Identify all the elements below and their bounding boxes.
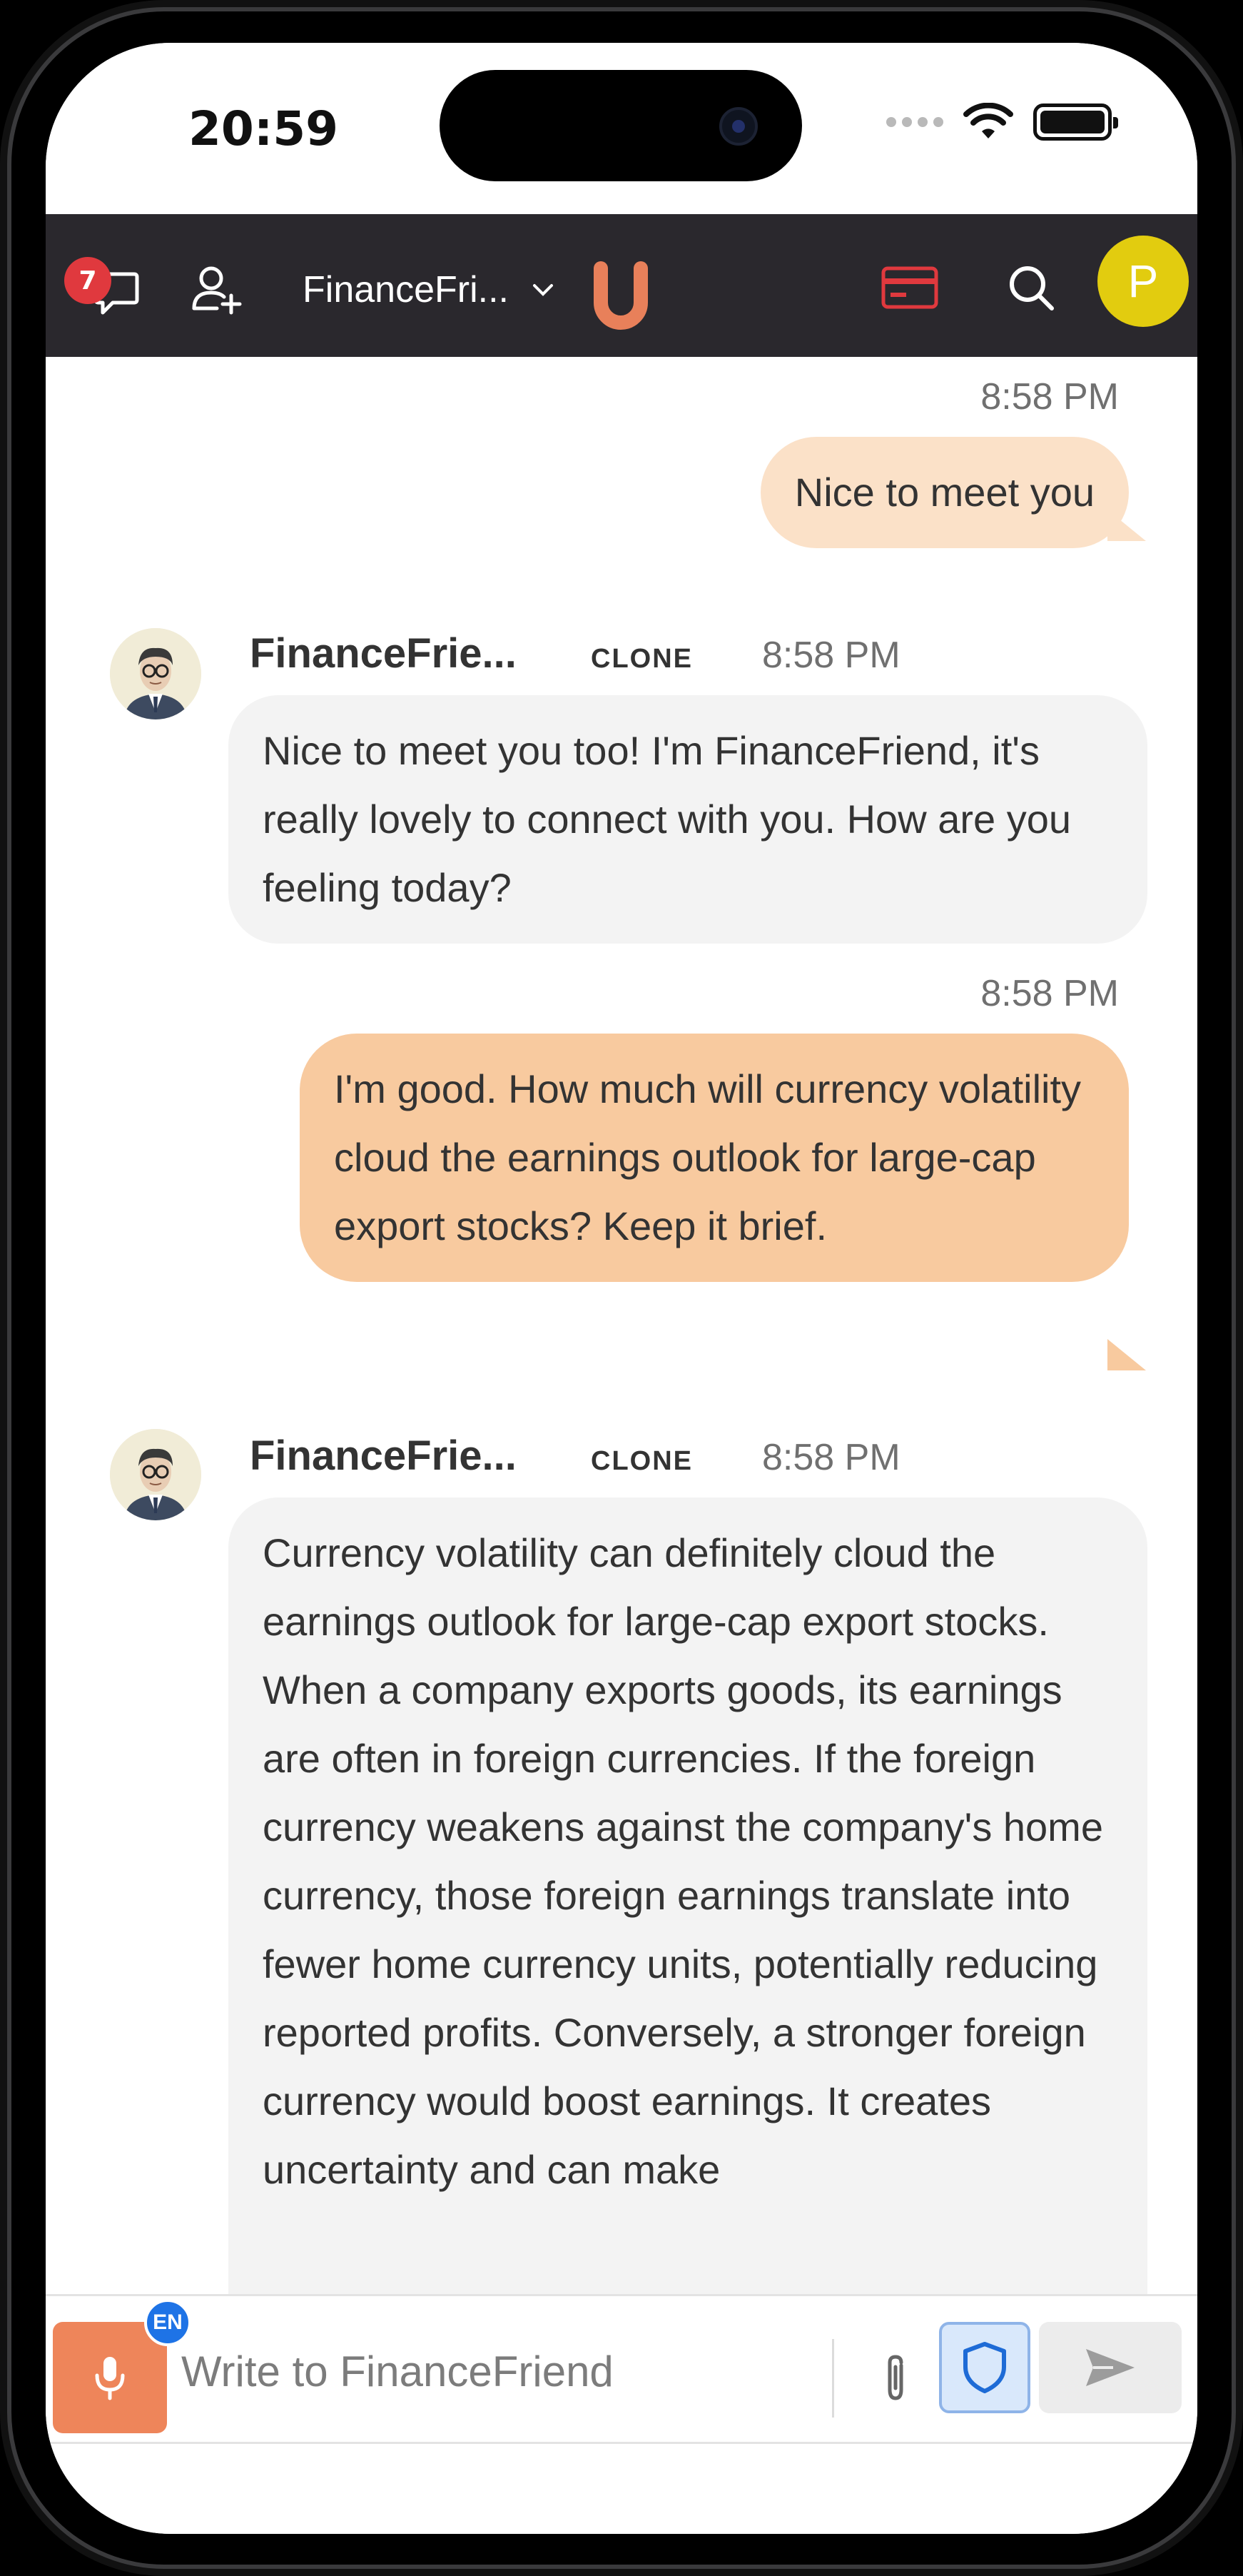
- notification-badge: 7: [64, 257, 111, 304]
- user-message-bubble: Nice to meet you: [760, 437, 1129, 548]
- add-user-button[interactable]: [188, 261, 245, 318]
- cellular-signal-icon: [886, 117, 943, 127]
- attach-button[interactable]: [863, 2346, 928, 2410]
- privacy-shield-button[interactable]: [939, 2322, 1030, 2413]
- bot-message-bubble: Nice to meet you too! I'm FinanceFriend,…: [228, 695, 1147, 944]
- screen: 20:59 7 FinanceFri... P 8:58 PM Nice to …: [46, 43, 1197, 2534]
- status-indicators: [886, 103, 1118, 141]
- bot-message-header: FinanceFrie... CLONE 8:58 PM: [250, 630, 900, 677]
- send-button[interactable]: [1039, 2322, 1182, 2413]
- message-input[interactable]: [181, 2332, 795, 2410]
- bubble-tail: [1107, 1339, 1146, 1370]
- clone-tag: CLONE: [591, 1446, 693, 1476]
- bot-portrait-icon: [110, 628, 201, 719]
- clone-tag: CLONE: [591, 644, 693, 674]
- bot-avatar: [110, 1429, 201, 1520]
- wifi-icon: [963, 103, 1013, 138]
- phone-frame: 20:59 7 FinanceFri... P 8:58 PM Nice to …: [0, 0, 1243, 2576]
- credit-card-icon: [881, 266, 938, 309]
- search-button[interactable]: [1002, 258, 1060, 317]
- user-avatar[interactable]: P: [1097, 236, 1189, 327]
- message-timestamp: 8:58 PM: [980, 973, 1119, 1014]
- divider: [832, 2339, 834, 2418]
- chat-title: FinanceFri...: [303, 269, 509, 310]
- message-timestamp: 8:58 PM: [762, 1437, 900, 1478]
- bot-name: FinanceFrie...: [250, 630, 517, 677]
- chat-selector[interactable]: FinanceFri...: [303, 261, 556, 318]
- add-user-icon: [192, 266, 242, 315]
- shield-icon: [963, 2342, 1006, 2393]
- bot-message-bubble: Currency volatility can definitely cloud…: [228, 1497, 1147, 2294]
- bot-portrait-icon: [110, 1429, 201, 1520]
- bubble-tail: [1107, 510, 1146, 541]
- message-timestamp: 8:58 PM: [762, 635, 900, 676]
- battery-icon: [1033, 103, 1118, 141]
- microphone-icon: [95, 2357, 125, 2400]
- bot-avatar: [110, 628, 201, 719]
- home-indicator-area: [46, 2444, 1197, 2534]
- send-icon: [1086, 2349, 1135, 2386]
- credit-card-button[interactable]: [881, 258, 939, 317]
- chevron-down-icon: [532, 284, 553, 296]
- top-navbar: 7 FinanceFri... P: [46, 214, 1197, 357]
- dynamic-island: [440, 70, 802, 181]
- paperclip-icon: [888, 2355, 903, 2400]
- status-time: 20:59: [188, 101, 339, 156]
- bot-message-header: FinanceFrie... CLONE 8:58 PM: [250, 1432, 900, 1480]
- search-icon: [1010, 266, 1054, 310]
- status-bar: 20:59: [46, 43, 1197, 214]
- chats-button[interactable]: 7: [64, 257, 143, 321]
- chat-thread[interactable]: 8:58 PM Nice to meet you FinanceFrie... …: [46, 357, 1197, 2294]
- camera-icon: [719, 107, 758, 146]
- message-composer: EN: [46, 2294, 1197, 2444]
- u-logo-icon[interactable]: [591, 261, 651, 333]
- message-timestamp: 8:58 PM: [980, 376, 1119, 418]
- bot-name: FinanceFrie...: [250, 1433, 517, 1479]
- user-message-bubble: I'm good. How much will currency volatil…: [300, 1034, 1129, 1282]
